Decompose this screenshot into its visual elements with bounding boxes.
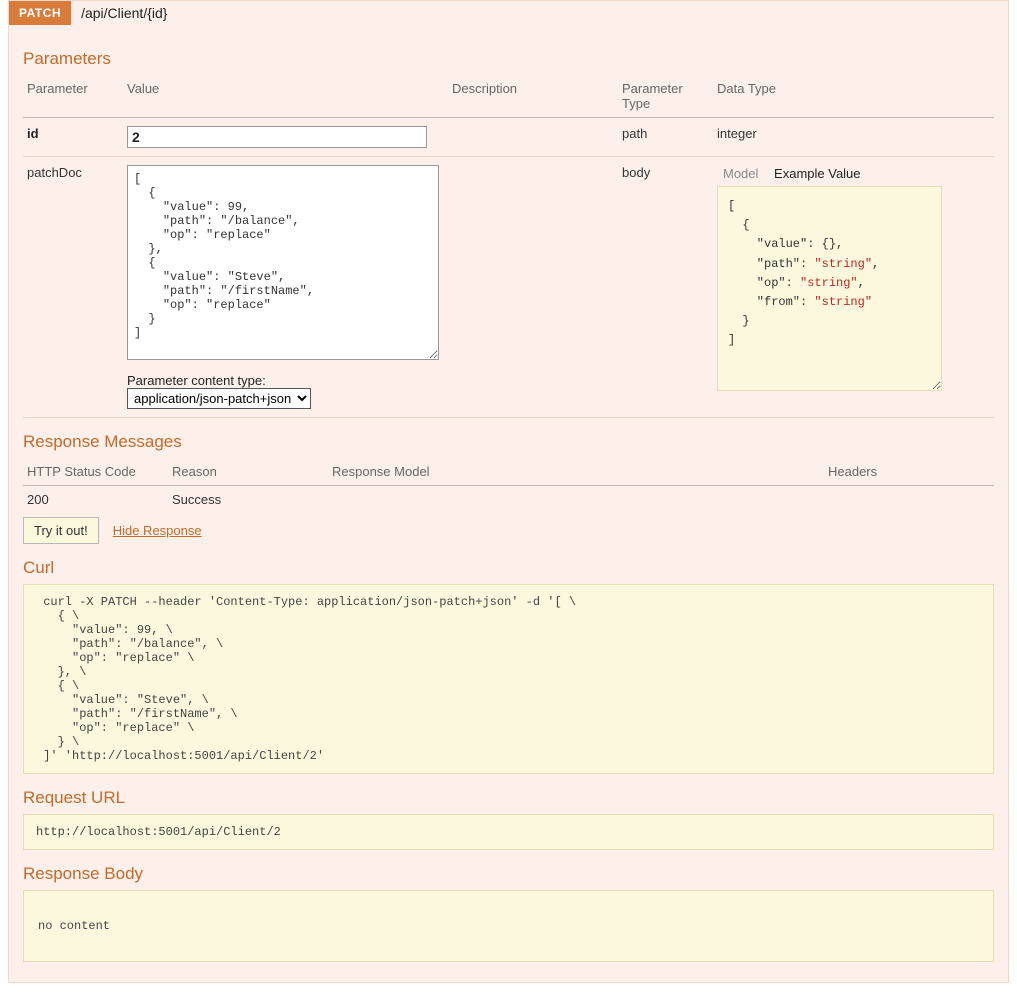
tab-example-value[interactable]: Example Value xyxy=(768,165,866,182)
col-reason: Reason xyxy=(168,458,328,486)
response-body-heading: Response Body xyxy=(23,864,994,884)
operation-header[interactable]: PATCH /api/Client/{id} xyxy=(9,1,1008,25)
http-method-badge: PATCH xyxy=(9,1,71,25)
parameters-heading: Parameters xyxy=(23,49,994,69)
response-row-200: 200 Success xyxy=(23,486,994,514)
resp-reason: Success xyxy=(168,486,328,514)
response-messages-table: HTTP Status Code Reason Response Model H… xyxy=(23,458,994,513)
param-row-id: id path integer xyxy=(23,118,994,157)
id-input[interactable] xyxy=(127,126,427,148)
tab-model[interactable]: Model xyxy=(717,165,764,182)
curl-heading: Curl xyxy=(23,558,994,578)
content-type-select[interactable]: application/json-patch+json xyxy=(127,388,311,409)
hide-response-link[interactable]: Hide Response xyxy=(113,523,202,538)
curl-block[interactable]: curl -X PATCH --header 'Content-Type: ap… xyxy=(23,584,994,774)
request-url-heading: Request URL xyxy=(23,788,994,808)
param-desc-id xyxy=(448,118,618,157)
col-data-type: Data Type xyxy=(713,75,994,118)
param-name-id: id xyxy=(23,118,123,157)
param-datatype-id: integer xyxy=(713,118,994,157)
param-desc-patchdoc xyxy=(448,157,618,418)
col-headers: Headers xyxy=(824,458,994,486)
response-messages-heading: Response Messages xyxy=(23,432,994,452)
col-status-code: HTTP Status Code xyxy=(23,458,168,486)
request-url-block[interactable]: http://localhost:5001/api/Client/2 xyxy=(23,814,994,850)
param-name-patchdoc: patchDoc xyxy=(23,157,123,418)
example-value-box[interactable]: [ { "value": {}, "path": "string", "op":… xyxy=(717,186,942,391)
col-value: Value xyxy=(123,75,448,118)
parameters-table: Parameter Value Description Parameter Ty… xyxy=(23,75,994,418)
endpoint-path: /api/Client/{id} xyxy=(71,1,177,25)
patchdoc-body-input[interactable] xyxy=(127,165,439,360)
col-parameter: Parameter xyxy=(23,75,123,118)
col-param-type: Parameter Type xyxy=(618,75,713,118)
col-response-model: Response Model xyxy=(328,458,824,486)
datatype-tabs: Model Example Value xyxy=(717,165,990,182)
resp-code: 200 xyxy=(23,486,168,514)
param-row-patchdoc: patchDoc Parameter content type: applica… xyxy=(23,157,994,418)
response-body-block[interactable]: no content xyxy=(23,890,994,962)
operation-patch-client: PATCH /api/Client/{id} Parameters Parame… xyxy=(8,0,1009,983)
col-description: Description xyxy=(448,75,618,118)
content-type-label: Parameter content type: xyxy=(127,373,444,388)
param-type-id: path xyxy=(618,118,713,157)
param-type-patchdoc: body xyxy=(618,157,713,418)
try-it-out-button[interactable]: Try it out! xyxy=(23,517,99,544)
